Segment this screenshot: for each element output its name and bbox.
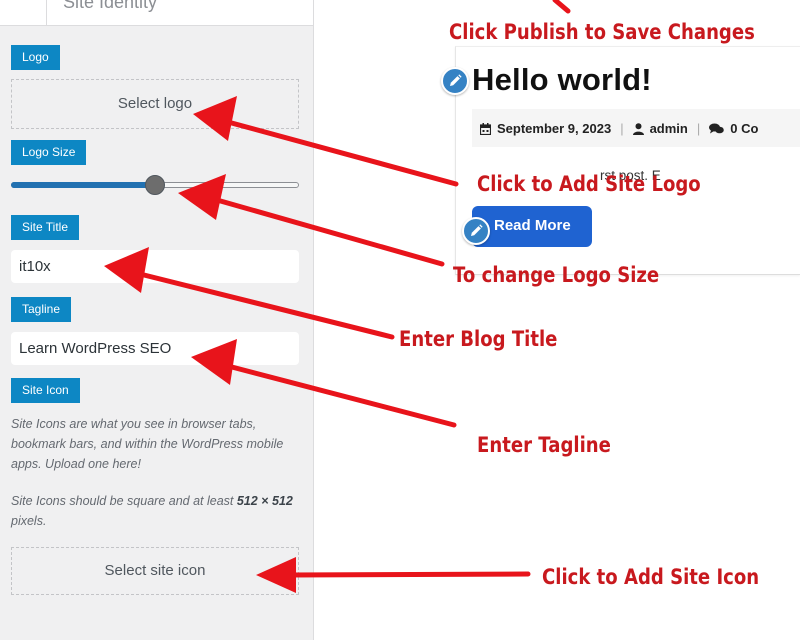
arrow-add-logo (225, 119, 459, 187)
arrowhead-blog-title (104, 247, 149, 293)
arrow-tagline (225, 363, 457, 428)
arrow-blog-title (137, 271, 395, 340)
arrow-logo-size (214, 197, 445, 267)
note-logo-size: To change Logo Size (453, 263, 660, 287)
note-add-logo: Click to Add Site Logo (477, 172, 701, 196)
arrowhead-add-icon (256, 557, 296, 593)
note-blog-title: Enter Blog Title (399, 327, 558, 351)
arrowhead-add-logo (193, 96, 237, 141)
arrow-publish (552, 0, 571, 14)
note-publish: Click Publish to Save Changes (449, 20, 755, 44)
note-add-icon: Click to Add Site Icon (542, 565, 760, 589)
note-tagline: Enter Tagline (477, 433, 611, 457)
arrowhead-logo-size (178, 174, 226, 220)
annotation-arrows (104, 0, 571, 593)
arrowhead-tagline (191, 339, 237, 385)
arrow-add-icon (287, 571, 531, 578)
